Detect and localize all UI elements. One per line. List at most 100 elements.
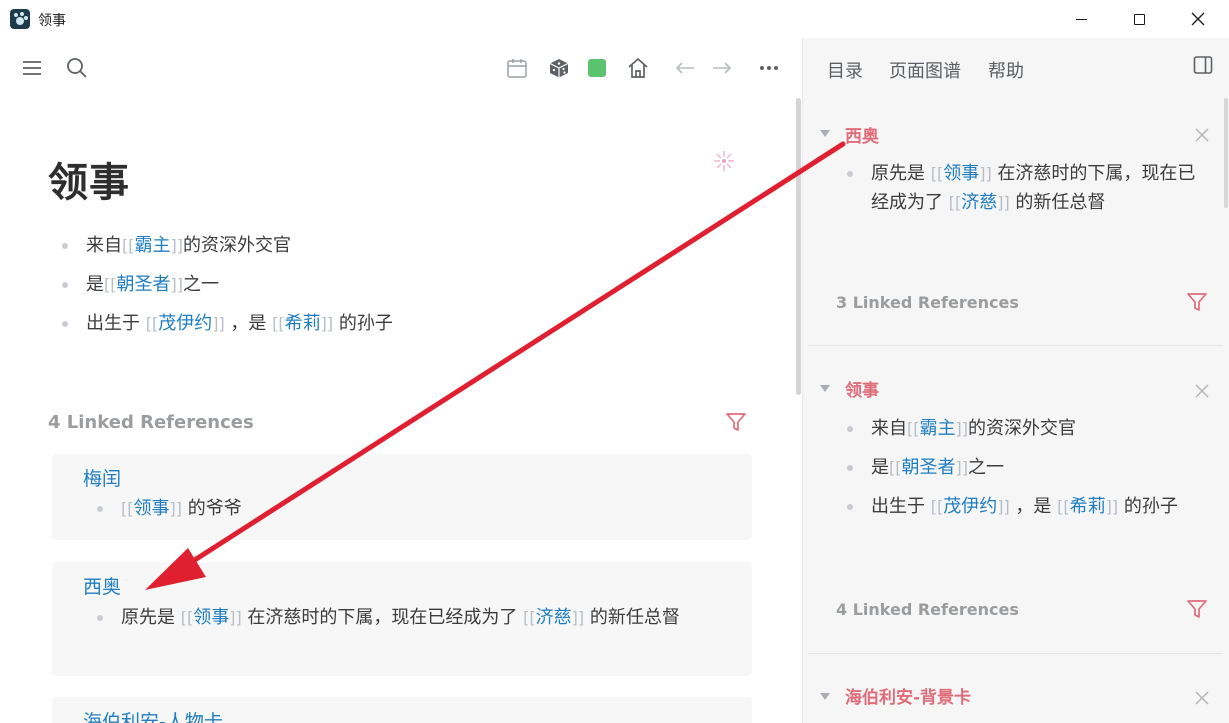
forward-button[interactable] — [709, 54, 735, 82]
sidebar-block[interactable]: 出生于 [[茂伊约]] ，是 [[希莉]] 的孙子 — [843, 492, 1203, 521]
tab-help[interactable]: 帮助 — [988, 57, 1024, 83]
bullet-dot[interactable] — [97, 615, 103, 621]
linked-references-header[interactable]: 4 Linked References — [48, 412, 254, 433]
block-text: 是 — [86, 274, 104, 295]
link-bracket-close: ]] — [320, 314, 334, 333]
reference-page-link[interactable]: 西奥 — [83, 572, 121, 599]
link-bracket-close: ]] — [997, 193, 1010, 212]
bullet-dot[interactable] — [847, 171, 853, 177]
close-sidebar-item-button[interactable] — [1195, 127, 1209, 146]
sidebar-block[interactable]: 来自[[霸主]]的资深外交官 — [843, 414, 1203, 443]
main-toolbar — [0, 38, 802, 98]
page-link[interactable]: 希莉 — [285, 313, 321, 334]
page-link[interactable]: 希莉 — [1070, 496, 1106, 517]
collapse-caret-icon[interactable] — [820, 385, 830, 392]
sidebar-block[interactable]: 原先是 [[领事]] 在济慈时的下属，现在已经成为了 [[济慈]] 的新任总督 — [843, 159, 1203, 217]
search-icon — [67, 58, 87, 78]
block-text: 的新任总督 — [1009, 192, 1106, 213]
random-page-button[interactable] — [546, 54, 572, 82]
bullet-dot[interactable] — [847, 465, 853, 471]
more-icon — [760, 66, 778, 70]
close-icon — [1195, 691, 1209, 705]
close-icon — [1195, 384, 1209, 398]
sidebar-block[interactable]: 是[[朝圣者]]之一 — [843, 453, 1203, 482]
link-bracket-open: [[ — [180, 608, 194, 627]
filter-button[interactable] — [725, 411, 747, 437]
collapse-caret-icon[interactable] — [820, 693, 830, 700]
search-button[interactable] — [64, 54, 90, 82]
minimize-icon — [1075, 18, 1087, 20]
page-link[interactable]: 领事 — [133, 498, 169, 519]
page-link[interactable]: 济慈 — [536, 607, 572, 628]
reference-card: 海伯利安-人物卡 — [52, 697, 752, 723]
main-content: 领事 来自[[霸主]]的资深外交官 是[[朝圣者]]之一 出生于 [[茂伊约]]… — [0, 98, 802, 723]
reference-card: 西奥 原先是 [[领事]] 在济慈时的下属，现在已经成为了 [[济慈]] 的新任… — [52, 562, 752, 676]
page-link[interactable]: 茂伊约 — [158, 313, 212, 334]
window-title: 领事 — [38, 13, 66, 29]
page-link[interactable]: 朝圣者 — [901, 457, 955, 478]
main-scrollbar[interactable] — [796, 98, 801, 395]
more-button[interactable] — [757, 54, 781, 82]
tab-page-graph[interactable]: 页面图谱 — [889, 57, 961, 83]
page-link[interactable]: 领事 — [943, 163, 979, 184]
page-title[interactable]: 领事 — [48, 150, 130, 208]
collapse-caret-icon[interactable] — [820, 130, 830, 137]
sidebar-page-title[interactable]: 西奥 — [845, 122, 879, 147]
block-text: 的资深外交官 — [182, 235, 291, 256]
maximize-icon — [1133, 13, 1145, 25]
bullet-dot[interactable] — [847, 504, 853, 510]
reference-page-link[interactable]: 梅闰 — [83, 464, 121, 491]
sidebar-page-title[interactable]: 海伯利安-背景卡 — [845, 683, 971, 708]
minimize-button[interactable] — [1058, 0, 1104, 38]
page-link[interactable]: 霸主 — [134, 235, 170, 256]
sidebar-page-title[interactable]: 领事 — [845, 376, 879, 401]
back-arrow-icon — [675, 62, 694, 74]
menu-button[interactable] — [20, 54, 44, 82]
bullet-dot[interactable] — [62, 321, 68, 327]
close-window-button[interactable] — [1175, 0, 1221, 38]
bullet-dot[interactable] — [62, 243, 68, 249]
back-button[interactable] — [672, 54, 698, 82]
block-text: ，是 — [1009, 496, 1058, 517]
linked-references-header[interactable]: 3 Linked References — [836, 293, 1019, 312]
close-icon — [1191, 12, 1205, 26]
window-titlebar: 领事 — [0, 0, 1229, 38]
page-link[interactable]: 霸主 — [919, 418, 955, 439]
link-bracket-open: [[ — [930, 497, 944, 516]
block-text: 原先是 — [871, 163, 931, 184]
journals-button[interactable] — [504, 54, 530, 82]
page-blocks: 来自[[霸主]]的资深外交官 是[[朝圣者]]之一 出生于 [[茂伊约]] ，是… — [60, 232, 393, 349]
section-divider — [808, 653, 1223, 654]
block-item[interactable]: 出生于 [[茂伊约]] ，是 [[希莉]] 的孙子 — [60, 310, 393, 349]
page-link[interactable]: 领事 — [193, 607, 229, 628]
block-item[interactable]: 是[[朝圣者]]之一 — [60, 271, 393, 310]
link-bracket-close: ]] — [170, 275, 183, 294]
bullet-dot[interactable] — [847, 426, 853, 432]
block-text: 在济慈时的下属，现在已经成为了 — [241, 607, 524, 628]
reference-block[interactable]: 原先是 [[领事]] 在济慈时的下属，现在已经成为了 [[济慈]] 的新任总督 — [94, 603, 694, 632]
link-bracket-close: ]] — [979, 164, 992, 183]
sync-status-button[interactable] — [586, 54, 608, 82]
sidebar-scrollbar[interactable] — [1224, 98, 1228, 208]
toggle-sidebar-button[interactable] — [1193, 55, 1213, 79]
filter-button[interactable] — [1186, 598, 1208, 624]
bullet-dot[interactable] — [97, 506, 103, 512]
page-link[interactable]: 茂伊约 — [943, 496, 997, 517]
page-link[interactable]: 济慈 — [961, 192, 997, 213]
home-button[interactable] — [625, 54, 651, 82]
link-bracket-open: [[ — [889, 458, 902, 477]
linked-references-header[interactable]: 4 Linked References — [836, 600, 1019, 619]
close-sidebar-item-button[interactable] — [1195, 690, 1209, 709]
maximize-button[interactable] — [1116, 0, 1162, 38]
filter-button[interactable] — [1186, 291, 1208, 317]
block-item[interactable]: 来自[[霸主]]的资深外交官 — [60, 232, 393, 271]
block-text: 是 — [871, 457, 889, 478]
tab-contents[interactable]: 目录 — [827, 57, 863, 83]
close-icon — [1195, 128, 1209, 142]
reference-page-link[interactable]: 海伯利安-人物卡 — [83, 707, 223, 723]
bullet-dot[interactable] — [62, 282, 68, 288]
page-link[interactable]: 朝圣者 — [116, 274, 170, 295]
close-sidebar-item-button[interactable] — [1195, 383, 1209, 402]
reference-block[interactable]: [[领事]] 的爷爷 — [94, 494, 704, 523]
page-sparkle-icon[interactable] — [712, 149, 736, 177]
